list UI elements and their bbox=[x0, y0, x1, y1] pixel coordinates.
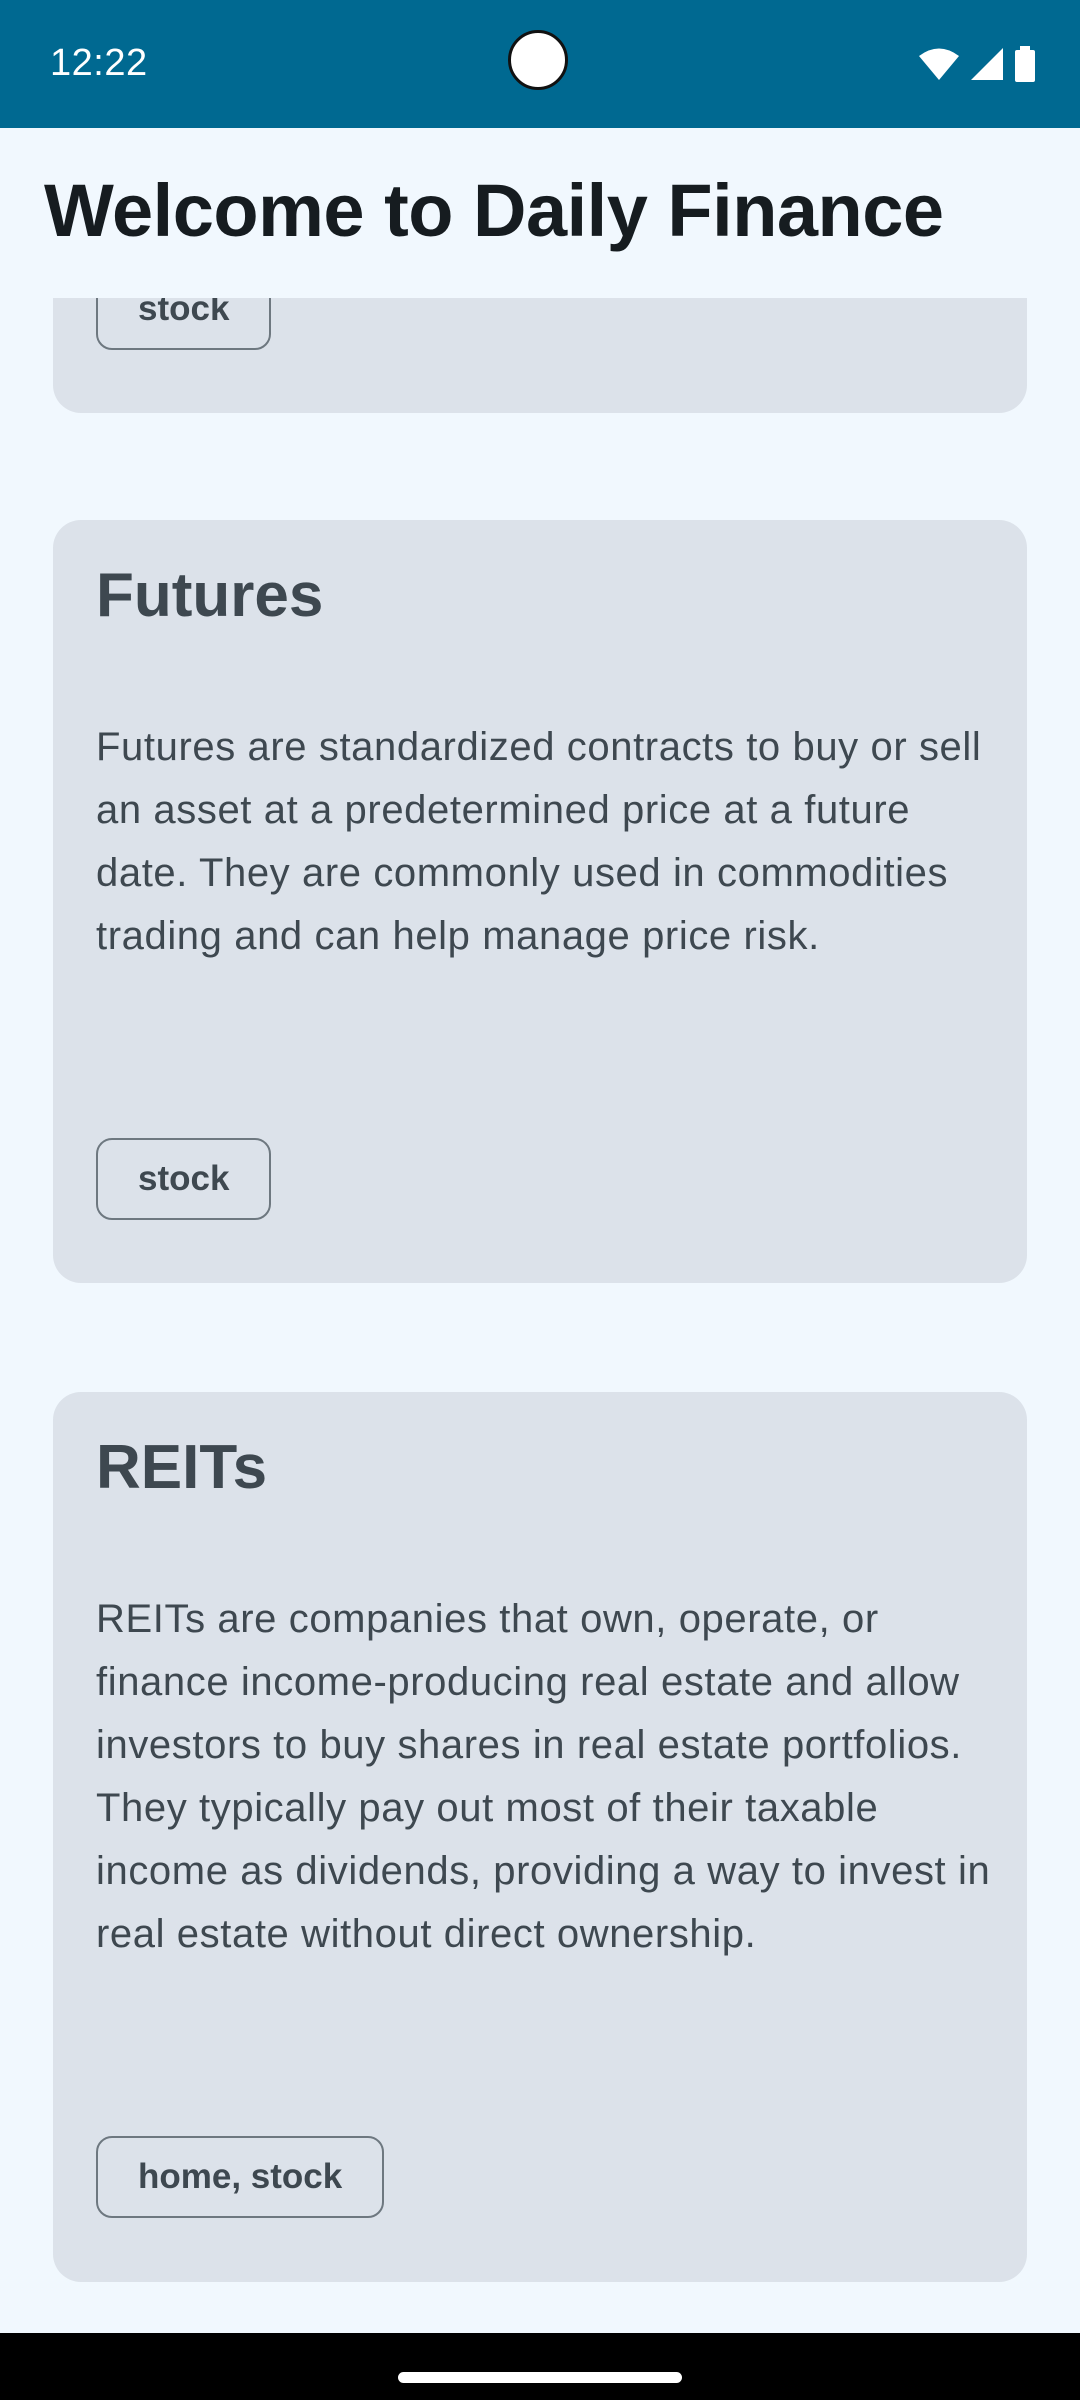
tag-chip[interactable]: stock bbox=[96, 1138, 272, 1220]
card-description: REITs are companies that own, operate, o… bbox=[96, 1597, 991, 1956]
status-time: 12:22 bbox=[50, 42, 148, 84]
app-bar: Welcome to Daily Finance bbox=[0, 128, 1080, 298]
cellular-signal-icon bbox=[970, 47, 1004, 81]
battery-icon bbox=[1014, 46, 1036, 82]
status-icons bbox=[918, 44, 1036, 84]
card-reits: REITs REITs are companies that own, oper… bbox=[53, 1392, 1027, 2282]
home-indicator[interactable] bbox=[398, 2372, 682, 2383]
camera-cutout bbox=[508, 30, 568, 90]
card-futures: Futures Futures are standardized contrac… bbox=[53, 520, 1027, 1283]
card-description: Futures are standardized contracts to bu… bbox=[96, 725, 982, 958]
tag-chip[interactable]: home, stock bbox=[96, 2136, 385, 2218]
page-title: Welcome to Daily Finance bbox=[44, 169, 944, 252]
navigation-bar bbox=[0, 2333, 1080, 2400]
card-partial: stock bbox=[53, 298, 1027, 413]
card-title: Futures bbox=[96, 561, 324, 630]
card-list[interactable]: stock Futures Futures are standardized c… bbox=[0, 298, 1080, 2333]
status-bar: 12:22 bbox=[0, 0, 1080, 128]
tag-chip[interactable]: stock bbox=[96, 298, 272, 350]
card-title: REITs bbox=[96, 1433, 268, 1502]
wifi-icon bbox=[918, 47, 960, 81]
